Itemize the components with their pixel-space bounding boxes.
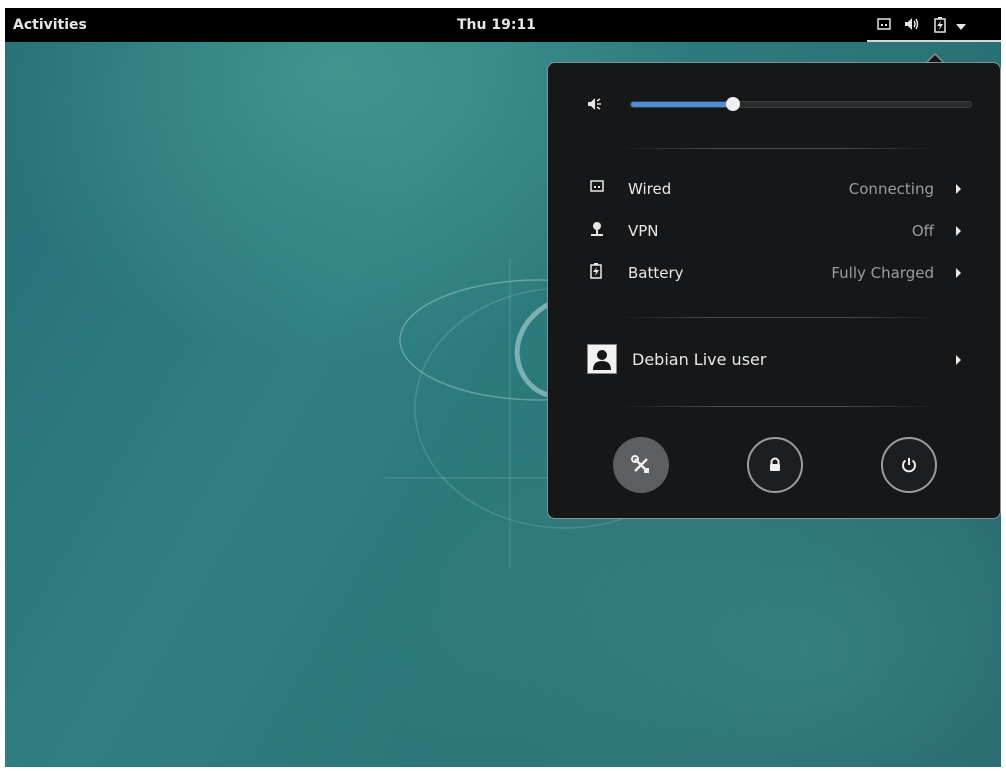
menu-item-label: Battery: [628, 264, 684, 282]
submenu-arrow-icon: [956, 355, 961, 365]
activities-button[interactable]: Activities: [13, 17, 87, 33]
power-button[interactable]: [881, 437, 937, 493]
menu-item-battery[interactable]: Battery Fully Charged: [548, 259, 1000, 287]
menu-item-status: Connecting: [848, 180, 934, 198]
menu-item-user[interactable]: Debian Live user: [548, 343, 1000, 377]
network-wired-icon: [877, 17, 891, 35]
power-icon: [902, 458, 916, 473]
menu-item-vpn[interactable]: VPN Off: [548, 217, 1000, 245]
top-bar: Activities Thu 19:11: [5, 8, 1001, 42]
menu-item-status: Fully Charged: [831, 264, 934, 282]
lock-button[interactable]: [747, 437, 803, 493]
separator: [618, 406, 940, 407]
volume-slider[interactable]: [630, 97, 972, 111]
menu-item-label: VPN: [628, 222, 659, 240]
dropdown-arrow-icon: [956, 19, 966, 35]
menu-item-wired[interactable]: Wired Connecting: [548, 175, 1000, 203]
desktop: Activities Thu 19:11 Wired Connecting VP…: [5, 8, 1001, 767]
system-tray[interactable]: [867, 8, 1001, 42]
battery-charging-icon: [590, 263, 602, 283]
clock[interactable]: Thu 19:11: [457, 17, 536, 33]
separator: [618, 317, 940, 318]
submenu-arrow-icon: [956, 184, 961, 194]
vpn-icon: [590, 221, 604, 241]
settings-button[interactable]: [613, 437, 669, 493]
speaker-volume-icon: [587, 96, 603, 115]
submenu-arrow-icon: [956, 268, 961, 278]
volume-slider-fill: [631, 102, 733, 107]
submenu-arrow-icon: [956, 226, 961, 236]
lock-icon: [770, 457, 780, 471]
separator: [618, 148, 940, 149]
speaker-volume-icon: [904, 17, 920, 35]
network-wired-icon: [590, 179, 604, 197]
menu-item-status: Off: [911, 222, 934, 240]
volume-slider-handle[interactable]: [726, 97, 740, 111]
settings-icon: [631, 455, 649, 473]
user-avatar-icon: [587, 344, 617, 374]
battery-charging-icon: [934, 17, 946, 37]
system-menu: Wired Connecting VPN Off Battery Fully C…: [547, 62, 1001, 519]
menu-item-label: Wired: [628, 180, 672, 198]
user-name: Debian Live user: [632, 350, 767, 369]
